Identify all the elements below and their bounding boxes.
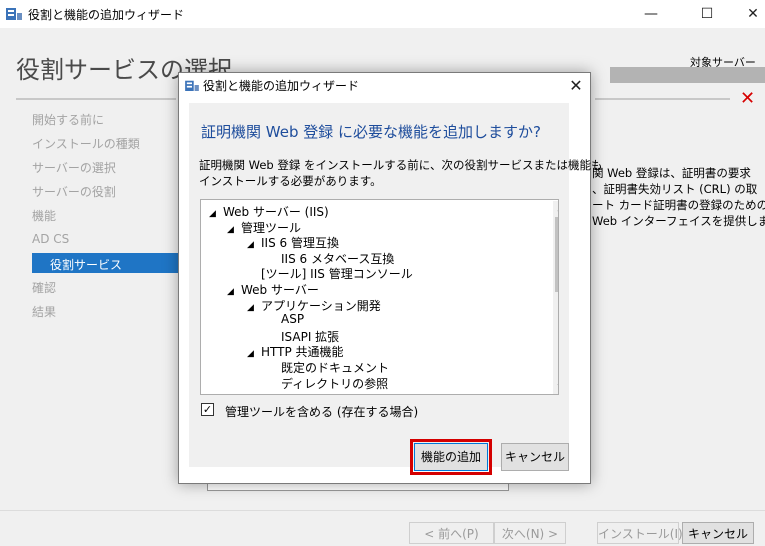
- tree-item: ◢ HTTP 共通機能: [247, 343, 344, 360]
- description-line-4: Web インターフェイスを提供しま: [592, 214, 765, 228]
- dialog-content: 証明機関 Web 登録 に必要な機能を追加しますか? 証明機関 Web 登録 を…: [189, 103, 602, 475]
- dialog-heading: 証明機関 Web 登録 に必要な機能を追加しますか?: [201, 123, 541, 141]
- target-server-bar: [610, 67, 765, 83]
- tree-item-label: アプリケーション開発: [261, 298, 381, 313]
- description-line-2: 、証明書失効リスト (CRL) の取: [592, 182, 758, 196]
- nav-item-ad-cs[interactable]: AD CS: [32, 232, 69, 246]
- nav-item-installation-type[interactable]: インストールの種類: [32, 135, 140, 152]
- nav-item-features[interactable]: 機能: [32, 207, 56, 224]
- tree-item-label: IIS 6 メタベース互換: [281, 251, 395, 266]
- expanded-triangle-icon[interactable]: ◢: [209, 209, 223, 219]
- nav-item-confirmation[interactable]: 確認: [32, 279, 56, 296]
- window-close-button[interactable]: ✕: [730, 0, 765, 28]
- expanded-triangle-icon[interactable]: ◢: [247, 303, 261, 313]
- cancel-button[interactable]: キャンセル: [682, 522, 754, 544]
- tree-item: 既定のドキュメント: [267, 359, 389, 376]
- dialog-close-button[interactable]: ✕: [565, 73, 587, 99]
- tree-scrollbar[interactable]: ▲ ▼: [553, 201, 559, 394]
- minimize-button[interactable]: —: [628, 0, 674, 28]
- scroll-down-icon[interactable]: ▼: [553, 381, 559, 394]
- install-button[interactable]: インストール(I): [597, 522, 683, 544]
- scroll-up-icon[interactable]: ▲: [553, 201, 559, 215]
- tree-item-label: ASP: [281, 312, 305, 327]
- description-line-1: 関 Web 登録は、証明書の要求: [592, 166, 751, 180]
- nav-item-server-selection[interactable]: サーバーの選択: [32, 159, 116, 176]
- server-manager-icon: [6, 8, 22, 20]
- nav-item-server-roles[interactable]: サーバーの役割: [32, 183, 116, 200]
- tree-item: ◢ アプリケーション開発: [247, 297, 381, 314]
- tree-item: ◢ Web サーバー (IIS): [209, 203, 329, 220]
- include-management-tools-checkbox[interactable]: ✓: [201, 403, 214, 416]
- server-manager-icon: [185, 80, 199, 91]
- tree-item: ASP: [267, 312, 304, 326]
- tree-item: ISAPI 拡張: [267, 328, 339, 345]
- header-divider-right: [595, 98, 730, 100]
- nav-item-results[interactable]: 結果: [32, 303, 56, 320]
- dialog-cancel-button[interactable]: キャンセル: [501, 443, 569, 471]
- tree-item-label: Web サーバー (IIS): [223, 205, 329, 219]
- window-title: 役割と機能の追加ウィザード: [28, 8, 185, 22]
- dialog-title: 役割と機能の追加ウィザード: [203, 79, 360, 93]
- required-features-tree[interactable]: ◢ Web サーバー (IIS) ◢ 管理ツール ◢ IIS 6 管理互換 IIS 6 メタ…: [200, 199, 559, 395]
- tree-item-label: HTTP 共通機能: [261, 345, 344, 360]
- tree-item-label: [ツール] IIS 管理コンソール: [261, 267, 413, 282]
- tree-item-label: IIS 6 管理互換: [261, 236, 339, 251]
- tree-item-label: ディレクトリの参照: [281, 376, 389, 391]
- expanded-triangle-icon[interactable]: ◢: [227, 287, 241, 297]
- tree-item: [ツール] IIS 管理コンソール: [247, 265, 413, 282]
- maximize-button[interactable]: ☐: [684, 0, 730, 28]
- tree-item: IIS 6 メタベース互換: [267, 250, 394, 267]
- next-button[interactable]: 次へ(N) >: [494, 522, 566, 544]
- tree-item-label: 既定のドキュメント: [281, 361, 390, 375]
- previous-button[interactable]: < 前へ(P): [409, 522, 494, 544]
- tree-item-label: ISAPI 拡張: [281, 329, 340, 344]
- add-features-button[interactable]: 機能の追加: [414, 443, 488, 471]
- include-management-tools-label: 管理ツールを含める (存在する場合): [225, 405, 419, 419]
- tree-item: ディレクトリの参照: [267, 375, 388, 392]
- expanded-triangle-icon[interactable]: ◢: [247, 349, 261, 359]
- description-line-3: ート カード証明書の登録のための: [592, 198, 765, 212]
- scroll-thumb[interactable]: [555, 217, 558, 292]
- expanded-triangle-icon[interactable]: ◢: [227, 225, 241, 235]
- tree-item: ◢ IIS 6 管理互換: [247, 234, 339, 251]
- tree-item: ◢ 管理ツール: [227, 219, 301, 236]
- tree-item: ◢ Web サーバー: [227, 281, 319, 298]
- error-icon[interactable]: ✕: [740, 88, 755, 109]
- add-features-dialog: 役割と機能の追加ウィザード ✕ 証明機関 Web 登録 に必要な機能を追加します…: [178, 72, 602, 484]
- tree-item-label: Web サーバー: [241, 283, 319, 297]
- footer-divider: [0, 510, 765, 511]
- expanded-triangle-icon[interactable]: ◢: [247, 240, 261, 250]
- dialog-description-line-2: インストールする必要があります。: [199, 174, 382, 188]
- nav-item-before-you-begin[interactable]: 開始する前に: [32, 111, 104, 128]
- nav-item-role-services-label: 役割サービス: [50, 258, 123, 272]
- dialog-description-line-1: 証明機関 Web 登録 をインストールする前に、次の役割サービスまたは機能も: [199, 158, 603, 172]
- tree-item-label: 管理ツール: [241, 220, 302, 235]
- header-divider: [16, 98, 176, 100]
